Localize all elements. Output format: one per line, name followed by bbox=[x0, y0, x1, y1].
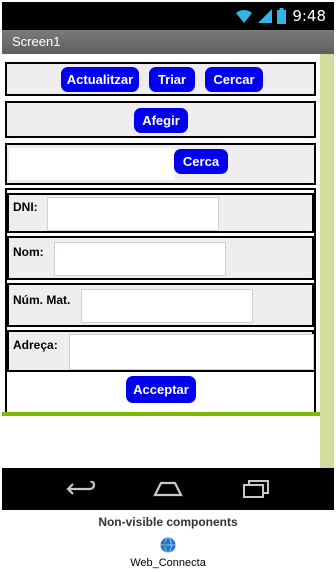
dni-label: DNI: bbox=[13, 200, 38, 214]
search-button[interactable]: Cercar bbox=[205, 67, 263, 92]
status-time: 9:48 bbox=[292, 7, 326, 25]
select-button[interactable]: Triar bbox=[149, 67, 195, 92]
component-label: Web_Connecta bbox=[130, 557, 206, 569]
mat-row: Núm. Mat. bbox=[7, 283, 314, 327]
status-bar: 9:48 bbox=[2, 2, 334, 30]
toolbar-arrangement: Actualitzar Triar Cercar bbox=[5, 62, 316, 96]
mat-label: Núm. Mat. bbox=[13, 293, 71, 307]
nonvisible-title: Non-visible components bbox=[98, 515, 238, 529]
search-go-button[interactable]: Cerca bbox=[174, 149, 228, 174]
signal-icon bbox=[258, 9, 273, 23]
form-arrangement: DNI: Nom: Núm. Mat. Adreça: Acceptar bbox=[5, 188, 316, 416]
globe-icon bbox=[160, 537, 176, 553]
mat-field[interactable] bbox=[81, 289, 253, 323]
wifi-icon bbox=[236, 9, 253, 23]
accept-button[interactable]: Acceptar bbox=[126, 376, 196, 403]
name-label: Nom: bbox=[13, 245, 44, 259]
search-input[interactable] bbox=[9, 148, 175, 180]
name-field[interactable] bbox=[54, 242, 226, 276]
screen-title: Screen1 bbox=[12, 34, 61, 49]
battery-icon bbox=[277, 8, 287, 24]
title-bar: Screen1 bbox=[2, 30, 334, 54]
address-row: Adreça: bbox=[7, 330, 314, 372]
recents-icon[interactable] bbox=[242, 480, 270, 498]
app-screen: Actualitzar Triar Cercar Afegir Cerca DN… bbox=[2, 54, 334, 468]
address-field[interactable] bbox=[69, 334, 314, 370]
scroll-strip bbox=[320, 54, 334, 468]
nav-bar bbox=[2, 468, 334, 510]
search-arrangement: Cerca bbox=[5, 143, 316, 185]
dni-field[interactable] bbox=[47, 197, 219, 231]
add-arrangement: Afegir bbox=[5, 101, 316, 138]
address-label: Adreça: bbox=[13, 338, 58, 352]
name-row: Nom: bbox=[7, 236, 314, 280]
accent-divider bbox=[2, 412, 320, 416]
add-button[interactable]: Afegir bbox=[134, 108, 188, 133]
dni-row: DNI: bbox=[7, 193, 314, 233]
back-icon[interactable] bbox=[66, 481, 96, 497]
phone-frame: 9:48 Screen1 Actualitzar Triar Cercar Af… bbox=[2, 2, 334, 510]
home-icon[interactable] bbox=[153, 481, 183, 497]
refresh-button[interactable]: Actualitzar bbox=[61, 67, 139, 92]
